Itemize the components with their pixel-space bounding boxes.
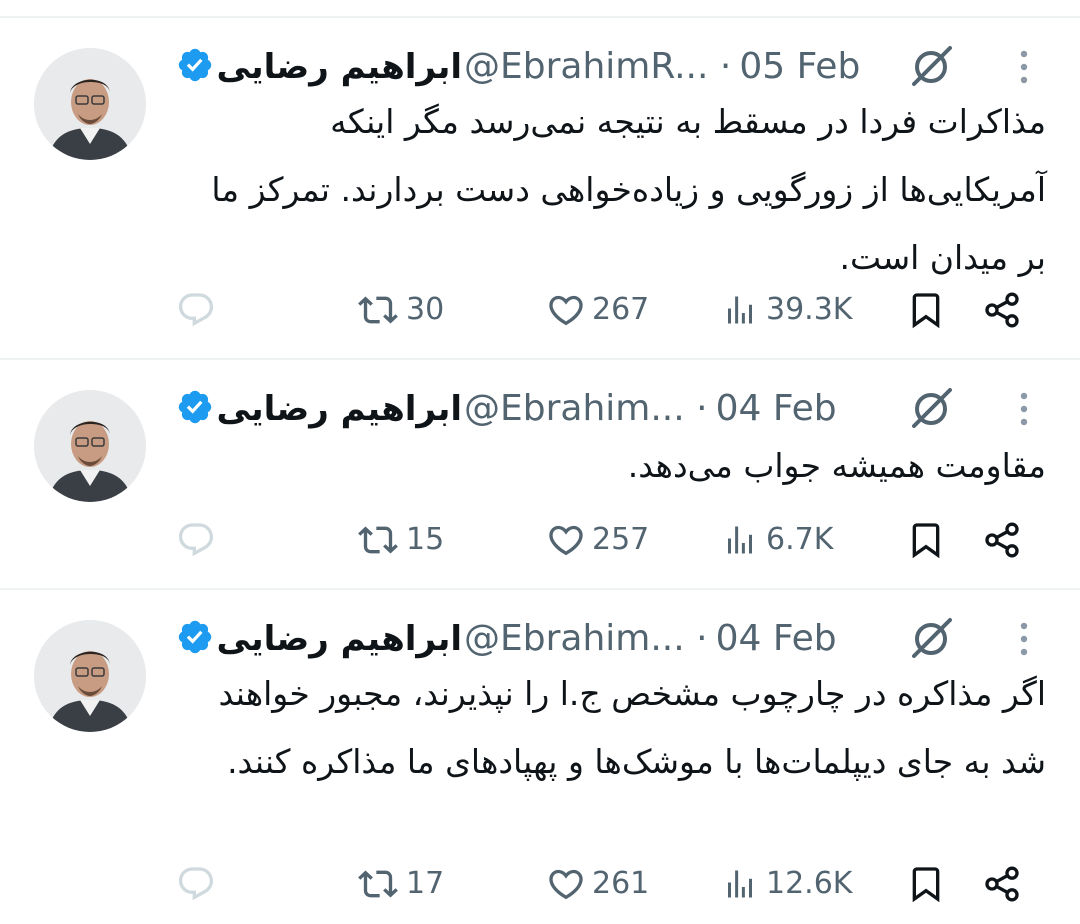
reply-button[interactable] [176, 288, 220, 332]
retweet-button[interactable]: 30 [358, 288, 468, 332]
tweet-date[interactable]: 05 Feb [739, 46, 860, 87]
author-handle[interactable]: @Ebrahim... · 04 Feb [464, 614, 904, 664]
tweet-header: ابراهیم رضایی @EbrahimR... · 05 Feb [176, 42, 896, 92]
views-button[interactable]: 6.7K [722, 518, 872, 562]
author-name[interactable]: ابراهیم رضایی [216, 614, 462, 664]
author-name[interactable]: ابراهیم رضایی [216, 384, 462, 434]
tweet-actions: 17 261 12.6K [0, 862, 1080, 906]
author-handle[interactable]: @EbrahimR... · 05 Feb [464, 42, 904, 92]
avatar[interactable] [34, 48, 146, 160]
tweet-header: ابراهیم رضایی @Ebrahim... · 04 Feb [176, 614, 896, 664]
share-button[interactable] [982, 862, 1026, 906]
like-count: 261 [592, 866, 650, 901]
avatar[interactable] [34, 390, 146, 502]
like-button[interactable]: 267 [546, 288, 666, 332]
tweet-text: مذاکرات فردا در مسقط به نتیجه نمی‌رسد مگ… [211, 102, 1046, 277]
tweet-actions: 15 257 6.7K [0, 518, 1080, 562]
like-count: 257 [592, 522, 650, 557]
grok-icon[interactable] [906, 384, 956, 434]
views-icon [728, 296, 752, 324]
share-icon [985, 866, 1019, 902]
share-button[interactable] [982, 288, 1026, 332]
tweet-text: مقاومت همیشه جواب می‌دهد. [627, 446, 1046, 485]
views-icon [728, 870, 752, 898]
like-count: 267 [592, 292, 650, 327]
author-name[interactable]: ابراهیم رضایی [216, 42, 462, 92]
handle-text: @EbrahimR... [464, 46, 709, 87]
heart-icon [549, 525, 583, 556]
more-vertical-icon[interactable] [1008, 620, 1040, 660]
reply-button[interactable] [176, 862, 220, 906]
separator-dot: · [719, 46, 732, 87]
verified-badge-icon [176, 618, 214, 656]
grok-icon[interactable] [906, 614, 956, 664]
bookmark-icon [912, 293, 940, 329]
grok-icon[interactable] [906, 42, 956, 92]
retweet-icon [358, 870, 398, 898]
share-button[interactable] [982, 518, 1026, 562]
avatar[interactable] [34, 620, 146, 732]
bookmark-button[interactable] [906, 862, 946, 906]
retweet-count: 30 [406, 292, 445, 327]
verified-badge-icon [176, 388, 214, 426]
bookmark-icon [912, 523, 940, 559]
tweet-header: ابراهیم رضایی @Ebrahim... · 04 Feb [176, 384, 896, 434]
share-icon [985, 522, 1019, 558]
views-button[interactable]: 39.3K [722, 288, 872, 332]
reply-icon [178, 523, 214, 557]
separator-dot: · [696, 388, 708, 429]
views-count: 39.3K [766, 292, 853, 327]
views-icon [728, 526, 752, 554]
bookmark-button[interactable] [906, 288, 946, 332]
more-vertical-icon[interactable] [1008, 48, 1040, 88]
retweet-button[interactable]: 15 [358, 518, 468, 562]
tweet-actions: 30 267 39.3K [0, 288, 1080, 332]
more-vertical-icon[interactable] [1008, 390, 1040, 430]
reply-icon [178, 293, 214, 327]
views-count: 12.6K [766, 866, 853, 901]
tweet-date[interactable]: 04 Feb [716, 618, 837, 659]
tweet-date[interactable]: 04 Feb [716, 388, 837, 429]
retweet-icon [358, 526, 398, 554]
author-handle[interactable]: @Ebrahim... · 04 Feb [464, 384, 904, 434]
share-icon [985, 292, 1019, 328]
handle-text: @Ebrahim... [464, 618, 685, 659]
reply-icon [178, 867, 214, 901]
handle-text: @Ebrahim... [464, 388, 685, 429]
views-button[interactable]: 12.6K [722, 862, 872, 906]
like-button[interactable]: 257 [546, 518, 666, 562]
like-button[interactable]: 261 [546, 862, 666, 906]
reply-button[interactable] [176, 518, 220, 562]
retweet-count: 17 [406, 866, 445, 901]
tweet-item[interactable]: ابراهیم رضایی @Ebrahim... · 04 Feb مقاومت… [0, 360, 1080, 588]
tweet-item[interactable]: ابراهیم رضایی @Ebrahim... · 04 Feb اگر مذ… [0, 590, 1080, 924]
retweet-icon [358, 296, 398, 324]
separator-dot: · [696, 618, 708, 659]
tweet-text: اگر مذاکره در چارچوب مشخص ج.ا را نپذیرند… [218, 674, 1046, 781]
heart-icon [549, 869, 583, 900]
heart-icon [549, 295, 583, 326]
tweet-item[interactable]: ابراهیم رضایی @EbrahimR... · 05 Feb مذاکر… [0, 0, 1080, 358]
retweet-button[interactable]: 17 [358, 862, 468, 906]
bookmark-icon [912, 867, 940, 903]
retweet-count: 15 [406, 522, 445, 557]
bookmark-button[interactable] [906, 518, 946, 562]
verified-badge-icon [176, 46, 214, 84]
views-count: 6.7K [766, 522, 834, 557]
